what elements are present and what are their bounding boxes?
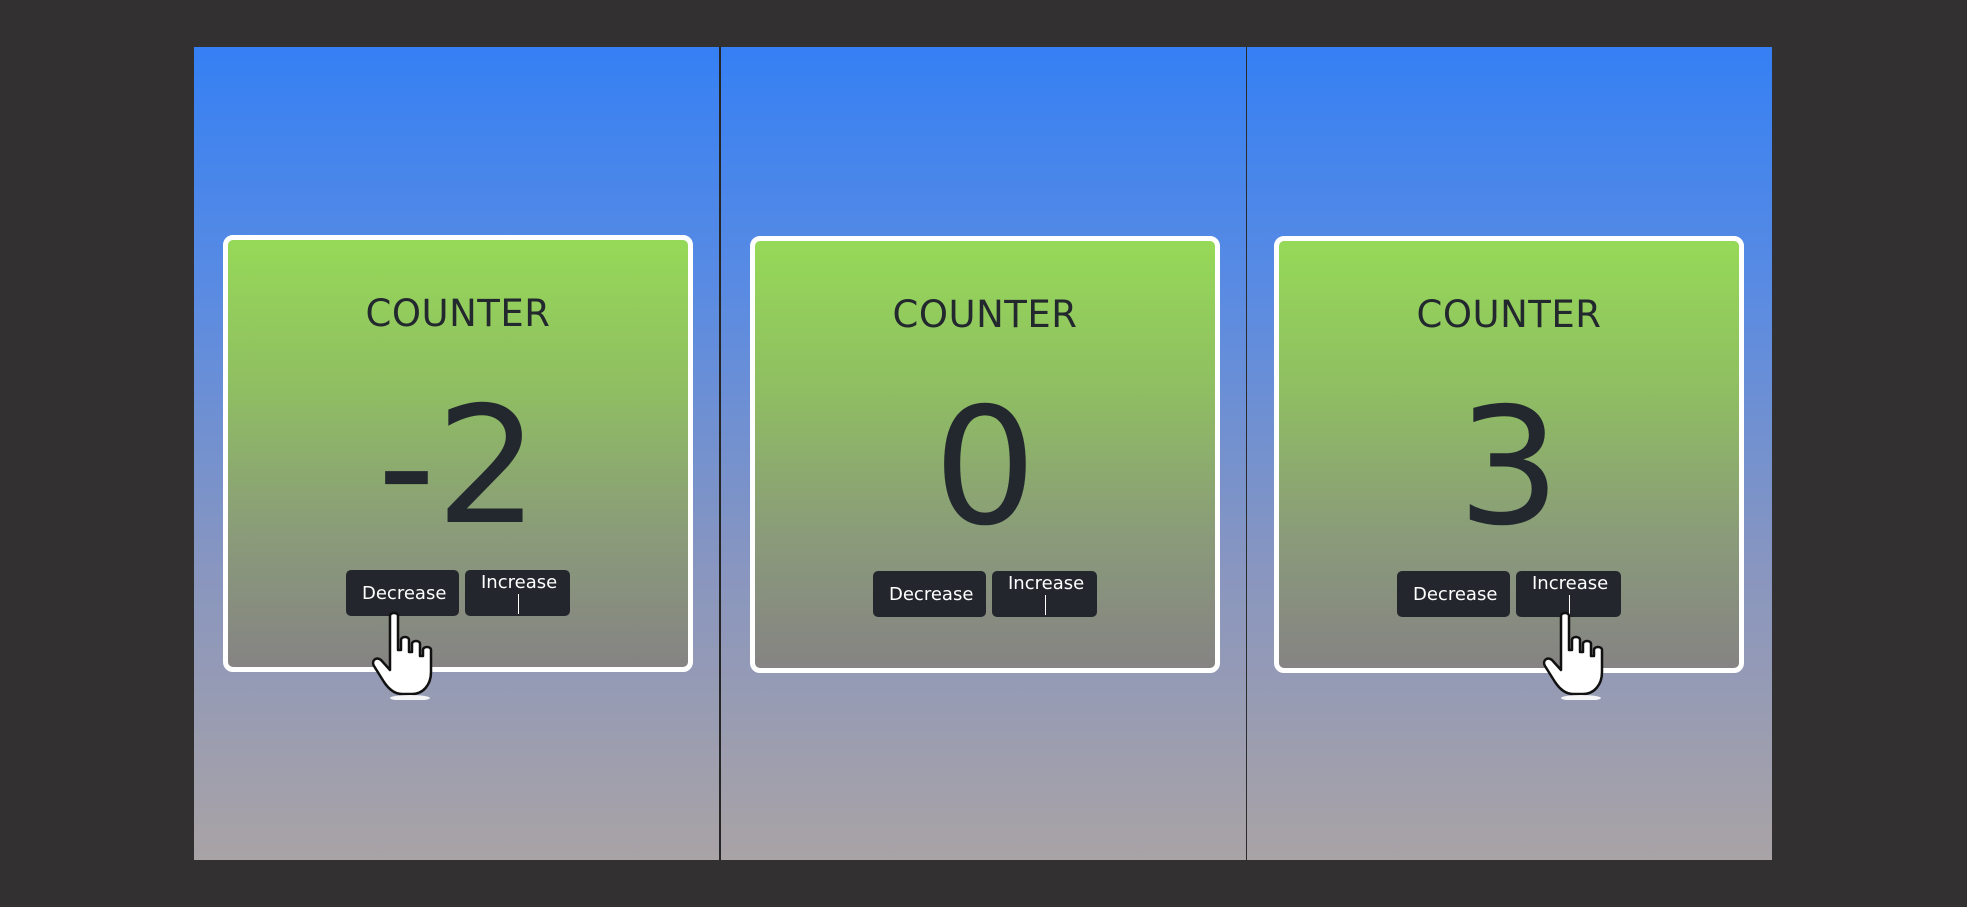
increase-button[interactable]: Increase (992, 571, 1097, 617)
increase-button-label: Increase (1008, 573, 1085, 594)
increase-button-label: Increase (1532, 573, 1609, 594)
increase-button[interactable]: Increase (465, 570, 570, 616)
decrease-button[interactable]: Decrease (873, 571, 986, 617)
counter-card: COUNTER 3 Decrease Increase (1274, 236, 1744, 673)
increase-button-label: Increase (481, 572, 558, 593)
counter-title: COUNTER (1416, 293, 1602, 336)
hand-pointer-icon (1542, 611, 1604, 700)
counter-controls: Decrease Increase (228, 570, 688, 616)
counter-frame-3: COUNTER 3 Decrease Increase (1246, 47, 1772, 860)
counter-title: COUNTER (892, 293, 1078, 336)
counter-title: COUNTER (365, 292, 551, 335)
counter-card: COUNTER -2 Decrease Increase (223, 235, 693, 672)
hand-pointer-icon (371, 611, 433, 700)
counter-controls: Decrease Increase (755, 571, 1215, 617)
counter-value: 3 (1457, 374, 1561, 562)
counter-frames: COUNTER -2 Decrease Increase COUNTER 0 D… (194, 47, 1772, 860)
counter-frame-2: COUNTER 0 Decrease Increase (719, 47, 1246, 860)
counter-value: -2 (377, 373, 539, 561)
decrease-button[interactable]: Decrease (1397, 571, 1510, 617)
counter-value: 0 (933, 374, 1037, 562)
counter-frame-1: COUNTER -2 Decrease Increase (194, 47, 719, 860)
counter-card: COUNTER 0 Decrease Increase (750, 236, 1220, 673)
counter-controls: Decrease Increase (1279, 571, 1739, 617)
